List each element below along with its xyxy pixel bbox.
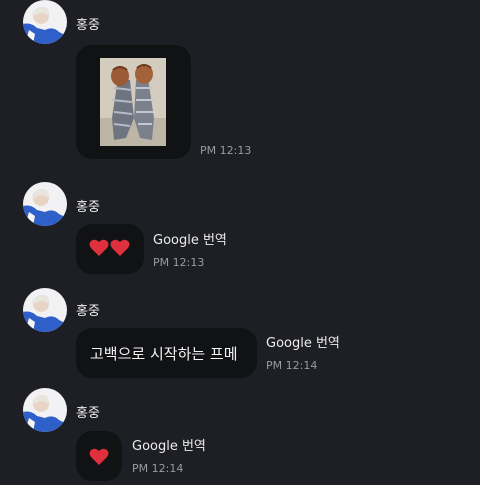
google-translate-link[interactable]: Google 번역 bbox=[132, 435, 206, 454]
avatar[interactable] bbox=[23, 0, 67, 44]
message-group-2: 홍중 Google 번역 PM 12:13 bbox=[0, 180, 480, 280]
message-group-3: 홍중 고백으로 시작하는 프메 Google 번역 PM 12:14 bbox=[0, 288, 480, 384]
avatar[interactable] bbox=[23, 388, 67, 432]
google-translate-link[interactable]: Google 번역 bbox=[266, 332, 340, 351]
profile-avatar-icon bbox=[23, 388, 67, 432]
emoji-bubble[interactable] bbox=[76, 431, 122, 481]
message-meta: Google 번역 PM 12:14 bbox=[132, 435, 206, 475]
heart-icon bbox=[110, 239, 130, 257]
text-bubble[interactable]: 고백으로 시작하는 프메 bbox=[76, 328, 257, 378]
avatar[interactable] bbox=[23, 288, 67, 332]
message-group-1: 홍중 PM 12:13 bbox=[0, 0, 480, 170]
heart-icon bbox=[89, 239, 109, 257]
shoes-photo-icon[interactable] bbox=[100, 58, 166, 146]
timestamp: PM 12:13 bbox=[200, 144, 252, 157]
profile-avatar-icon bbox=[23, 0, 67, 44]
avatar[interactable] bbox=[23, 182, 67, 226]
message-meta: Google 번역 PM 12:14 bbox=[266, 332, 340, 372]
profile-avatar-icon bbox=[23, 182, 67, 226]
google-translate-link[interactable]: Google 번역 bbox=[153, 229, 227, 248]
sender-name: 홍중 bbox=[76, 304, 100, 319]
message-meta: Google 번역 PM 12:13 bbox=[153, 229, 227, 269]
sender-name: 홍중 bbox=[76, 406, 100, 421]
timestamp: PM 12:13 bbox=[153, 256, 205, 269]
timestamp: PM 12:14 bbox=[266, 359, 318, 372]
emoji-bubble[interactable] bbox=[76, 224, 144, 274]
photo-bubble[interactable] bbox=[76, 45, 191, 159]
heart-icon bbox=[89, 448, 109, 466]
message-group-4: 홍중 Google 번역 PM 12:14 bbox=[0, 388, 480, 485]
sender-name: 홍중 bbox=[76, 18, 100, 33]
message-meta: PM 12:13 bbox=[200, 144, 251, 157]
profile-avatar-icon bbox=[23, 288, 67, 332]
timestamp: PM 12:14 bbox=[132, 462, 184, 475]
message-text: 고백으로 시작하는 프메 bbox=[90, 345, 238, 363]
sender-name: 홍중 bbox=[76, 200, 100, 215]
